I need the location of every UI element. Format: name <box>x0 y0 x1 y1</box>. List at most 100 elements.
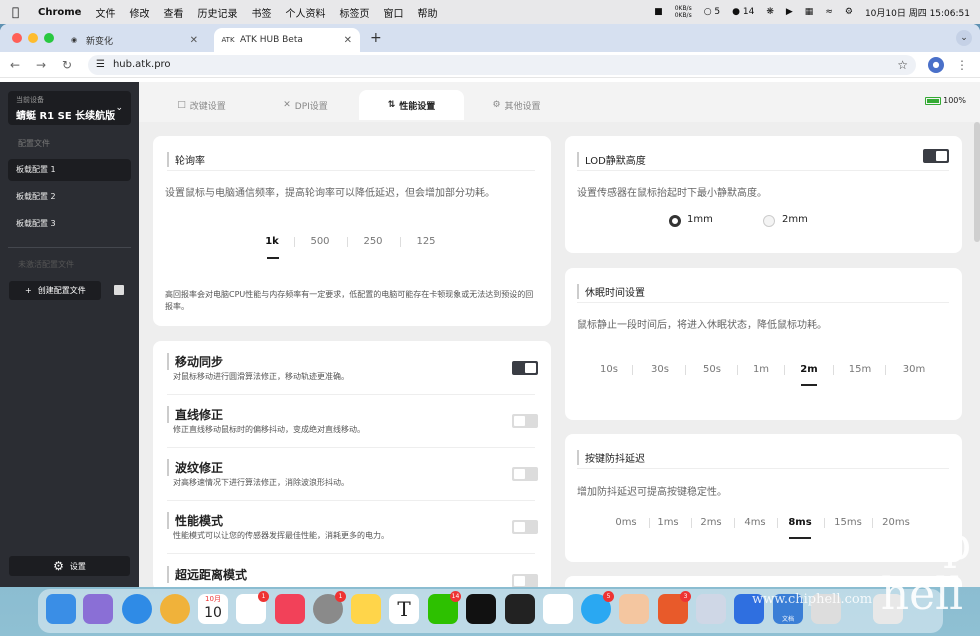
forward-icon[interactable]: → <box>36 58 50 72</box>
divider <box>577 170 949 171</box>
lod-radio-1mm[interactable] <box>669 215 681 227</box>
notes-icon[interactable] <box>351 594 381 624</box>
menu-tabs[interactable]: 标签页 <box>339 5 369 20</box>
wechat-icon[interactable]: 14 <box>428 591 461 624</box>
import-profile-icon[interactable] <box>114 285 124 295</box>
debounce-option-2ms[interactable]: 2ms <box>696 517 726 528</box>
sleep-option-15m[interactable]: 15m <box>845 364 875 375</box>
launchpad-icon[interactable] <box>83 594 113 624</box>
tab-performance[interactable]: ⇅ 性能设置 <box>359 90 464 120</box>
tab-keymap[interactable]: □ 改键设置 <box>159 90 244 120</box>
performance-mode-toggle[interactable] <box>512 520 538 534</box>
polling-option-1k[interactable]: 1k <box>257 236 287 247</box>
keyboard-icon[interactable]: ▦ <box>805 7 814 17</box>
create-profile-button[interactable]: + 创建配置文件 <box>9 281 101 300</box>
sleep-option-10s[interactable]: 10s <box>594 364 624 375</box>
ripple-control-toggle[interactable] <box>512 467 538 481</box>
clock[interactable]: 10月10日 周四 15:06:51 <box>865 6 970 19</box>
sidebar-item-profile-3[interactable]: 板载配置 3 <box>8 213 131 235</box>
menu-window[interactable]: 窗口 <box>383 5 403 20</box>
menu-app-name[interactable]: Chrome <box>38 7 81 18</box>
close-tab-icon[interactable]: ✕ <box>344 35 352 46</box>
site-info-icon[interactable]: ☰ <box>96 59 105 70</box>
debounce-option-0ms[interactable]: 0ms <box>611 517 641 528</box>
cat-icon[interactable]: ■ <box>654 7 663 17</box>
message-status[interactable]: ○ 5 <box>704 7 720 17</box>
terminal-icon[interactable] <box>505 594 535 624</box>
settings-button[interactable]: ⚙ 设置 <box>9 556 130 576</box>
reminders-icon[interactable]: 1 <box>236 591 269 624</box>
tab-search-icon[interactable]: ⌄ <box>956 30 972 46</box>
menu-profiles[interactable]: 个人资料 <box>285 5 325 20</box>
divider <box>167 500 535 501</box>
piggy-icon[interactable] <box>619 594 649 624</box>
wechat-status[interactable]: ● 14 <box>732 7 754 17</box>
url-field[interactable]: ☰ hub.atk.pro ☆ <box>88 54 916 75</box>
toggle-title-angle-snapping: 直线修正 <box>167 406 223 423</box>
apple-icon[interactable]:  <box>12 5 28 19</box>
close-window-button[interactable] <box>12 33 22 43</box>
motion-sync-toggle[interactable] <box>512 361 538 375</box>
intellij-icon[interactable] <box>466 594 496 624</box>
finder-icon[interactable] <box>46 594 76 624</box>
sleep-option-2m[interactable]: 2m <box>794 364 824 375</box>
angle-snapping-toggle[interactable] <box>512 414 538 428</box>
calendar-icon[interactable]: 10月 10 <box>198 594 228 624</box>
qq-icon[interactable]: 5 <box>581 591 614 624</box>
new-tab-button[interactable]: + <box>370 30 382 46</box>
control-center-icon[interactable]: ⚙ <box>845 7 853 17</box>
openai-icon[interactable]: ❋ <box>766 7 774 17</box>
lod-option-1mm[interactable]: 1mm <box>687 214 713 225</box>
lod-toggle[interactable] <box>923 149 949 163</box>
profile-avatar[interactable]: ● <box>928 56 944 73</box>
tab-dpi[interactable]: ✕ DPI设置 <box>263 90 348 120</box>
sound-icon[interactable]: ▶ <box>786 7 793 17</box>
device-selector[interactable]: 当前设备 蜻蜓 R1 SE 长续航版 ⌄ <box>8 91 131 125</box>
settings-label: 设置 <box>69 561 86 571</box>
lod-radio-2mm[interactable] <box>763 215 775 227</box>
debounce-option-1ms[interactable]: 1ms <box>653 517 683 528</box>
tab-new-changes[interactable]: ◉ 新变化 ✕ <box>60 28 206 52</box>
safari-icon[interactable] <box>122 594 152 624</box>
minimize-window-button[interactable] <box>28 33 38 43</box>
bookmark-star-icon[interactable]: ☆ <box>897 58 908 72</box>
polling-option-250[interactable]: 250 <box>358 236 388 247</box>
long-range-toggle[interactable] <box>512 574 538 587</box>
sleep-option-50s[interactable]: 50s <box>697 364 727 375</box>
menu-history[interactable]: 历史记录 <box>197 5 237 20</box>
office-icon[interactable]: 3 <box>658 591 691 624</box>
reload-icon[interactable]: ↻ <box>62 58 76 72</box>
zoom-window-button[interactable] <box>44 33 54 43</box>
debounce-option-4ms[interactable]: 4ms <box>740 517 770 528</box>
menu-view[interactable]: 查看 <box>163 5 183 20</box>
sidebar-item-profile-1[interactable]: 板载配置 1 <box>8 159 131 181</box>
chatgpt-icon[interactable] <box>543 594 573 624</box>
system-settings-icon[interactable]: 1 <box>313 591 346 624</box>
selected-underline <box>801 384 817 386</box>
sleep-option-30m[interactable]: 30m <box>899 364 929 375</box>
screen-share-icon[interactable] <box>696 594 726 624</box>
wifi-icon[interactable]: ≈ <box>825 7 833 17</box>
menu-file[interactable]: 文件 <box>95 5 115 20</box>
tab-other[interactable]: ⚙ 其他设置 <box>474 90 559 120</box>
typora-icon[interactable]: T <box>389 594 419 624</box>
close-tab-icon[interactable]: ✕ <box>190 35 198 46</box>
inactive-profiles-heading: 未激活配置文件 <box>18 260 74 269</box>
sidebar-item-profile-2[interactable]: 板载配置 2 <box>8 186 131 208</box>
debounce-option-8ms[interactable]: 8ms <box>785 517 815 528</box>
sleep-option-1m[interactable]: 1m <box>746 364 776 375</box>
menu-edit[interactable]: 修改 <box>129 5 149 20</box>
back-icon[interactable]: ← <box>10 58 24 72</box>
lod-option-2mm[interactable]: 2mm <box>782 214 808 225</box>
tab-atk-hub[interactable]: ATK ATK HUB Beta ✕ <box>214 28 360 52</box>
polling-option-125[interactable]: 125 <box>411 236 441 247</box>
more-menu-icon[interactable]: ⋮ <box>956 58 970 72</box>
menu-help[interactable]: 帮助 <box>417 5 437 20</box>
menu-bookmarks[interactable]: 书签 <box>251 5 271 20</box>
music-icon[interactable] <box>275 594 305 624</box>
scrollbar[interactable] <box>974 122 980 242</box>
sleep-option-30s[interactable]: 30s <box>645 364 675 375</box>
photos-icon[interactable] <box>160 594 190 624</box>
debounce-option-15ms[interactable]: 15ms <box>831 517 865 528</box>
polling-option-500[interactable]: 500 <box>305 236 335 247</box>
